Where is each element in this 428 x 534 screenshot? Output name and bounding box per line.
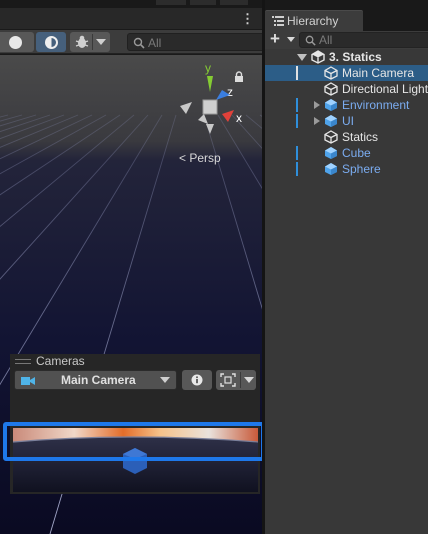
scene-name: 3. Statics <box>329 50 382 64</box>
modified-marker <box>296 98 298 112</box>
gizmo-neg-x-cone[interactable] <box>180 102 192 114</box>
hierarchy-item-label: Sphere <box>342 162 381 176</box>
hierarchy-item[interactable]: Main Camera <box>265 65 428 81</box>
modified-marker <box>296 146 298 160</box>
gizmos-button[interactable] <box>70 32 110 52</box>
gizmo-y-label: y <box>205 62 211 75</box>
hierarchy-panel: Hierarchy + All 3. Statics Main Camera Di… <box>265 0 428 534</box>
camera-info-button[interactable] <box>182 370 212 390</box>
shaded-sphere-icon <box>8 35 22 49</box>
gameobject-cube-icon <box>324 82 338 96</box>
search-placeholder: All <box>148 36 162 50</box>
gameobject-cube-icon <box>324 66 338 80</box>
shading-mode-button[interactable] <box>0 32 34 52</box>
hierarchy-item-label: Environment <box>342 98 410 112</box>
lighting-icon <box>44 35 58 49</box>
hierarchy-item[interactable]: Directional Light <box>265 81 428 97</box>
gizmo-z-label: z <box>227 85 233 99</box>
camera-preview-highlight <box>3 422 262 461</box>
modified-marker <box>296 114 298 128</box>
drag-handle-icon[interactable] <box>15 359 31 364</box>
scene-toolbar: All <box>0 30 262 54</box>
prefab-cube-icon <box>325 163 337 175</box>
cameras-overlay-header[interactable]: Cameras <box>10 354 260 368</box>
chevron-down-icon <box>160 377 170 383</box>
tab-hierarchy-label: Hierarchy <box>287 14 339 28</box>
chevron-down-icon <box>96 39 106 45</box>
scene-search-input[interactable]: All <box>127 33 262 51</box>
gizmo-y-cone[interactable] <box>207 76 213 92</box>
search-icon <box>133 37 145 49</box>
prefab-cube-icon <box>325 99 337 111</box>
list-icon <box>272 16 284 26</box>
hierarchy-item-label: Cube <box>342 146 371 160</box>
lighting-toggle-button[interactable] <box>36 32 66 52</box>
search-placeholder: All <box>319 33 333 47</box>
camera-icon <box>21 377 35 385</box>
hierarchy-toolbar: + All <box>265 29 428 49</box>
gizmo-x-cone[interactable] <box>222 110 234 122</box>
more-options-icon[interactable]: ⋮ <box>241 11 254 27</box>
modified-marker <box>296 162 298 176</box>
prefab-cube-icon <box>325 115 337 127</box>
create-button[interactable]: + <box>270 29 280 49</box>
chevron-down-icon[interactable] <box>287 37 295 42</box>
hierarchy-item[interactable]: Statics <box>265 129 428 145</box>
hierarchy-tab-row: Hierarchy <box>265 0 428 31</box>
gizmo-center-cube[interactable] <box>202 99 218 115</box>
hierarchy-search-input[interactable]: All <box>299 32 428 48</box>
info-icon <box>191 374 203 386</box>
gameobject-cube-icon <box>324 130 338 144</box>
scene-root-row[interactable]: 3. Statics <box>265 49 428 65</box>
hierarchy-item[interactable]: Sphere <box>265 161 428 177</box>
cameras-overlay-title: Cameras <box>36 354 85 368</box>
gizmo-x-label: x <box>236 111 242 125</box>
scene-view[interactable]: ⋮ All y z x < Persp Cameras Main Camera <box>0 0 262 534</box>
camera-select-value: Main Camera <box>61 373 136 387</box>
bug-icon <box>75 35 89 48</box>
foldout-closed-icon[interactable] <box>314 117 320 125</box>
foldout-closed-icon[interactable] <box>314 101 320 109</box>
chevron-down-icon <box>244 377 254 383</box>
hierarchy-item[interactable]: Environment <box>265 97 428 113</box>
camera-frame-button[interactable] <box>216 370 256 390</box>
search-icon <box>305 35 316 46</box>
camera-select[interactable]: Main Camera <box>14 370 177 390</box>
unity-scene-icon <box>311 50 325 64</box>
scene-top-strip <box>0 0 262 8</box>
hierarchy-item[interactable]: Cube <box>265 145 428 161</box>
tab-hierarchy[interactable]: Hierarchy <box>265 10 363 31</box>
projection-label[interactable]: < Persp <box>179 151 221 165</box>
frame-icon <box>220 373 236 387</box>
scene-tab-bar: ⋮ <box>0 8 262 30</box>
gizmo-neg-y-cone[interactable] <box>206 124 214 134</box>
hierarchy-item[interactable]: UI <box>265 113 428 129</box>
modified-marker <box>296 66 298 80</box>
hierarchy-item-label: Main Camera <box>342 66 415 80</box>
hierarchy-item-label: Directional Light <box>342 82 428 96</box>
hierarchy-item-label: UI <box>342 114 354 128</box>
hierarchy-item-label: Statics <box>342 130 379 144</box>
prefab-cube-icon <box>325 147 337 159</box>
foldout-open-icon[interactable] <box>297 54 307 61</box>
gizmo-neg-z-cone[interactable] <box>198 114 208 124</box>
lock-icon[interactable] <box>234 71 244 83</box>
